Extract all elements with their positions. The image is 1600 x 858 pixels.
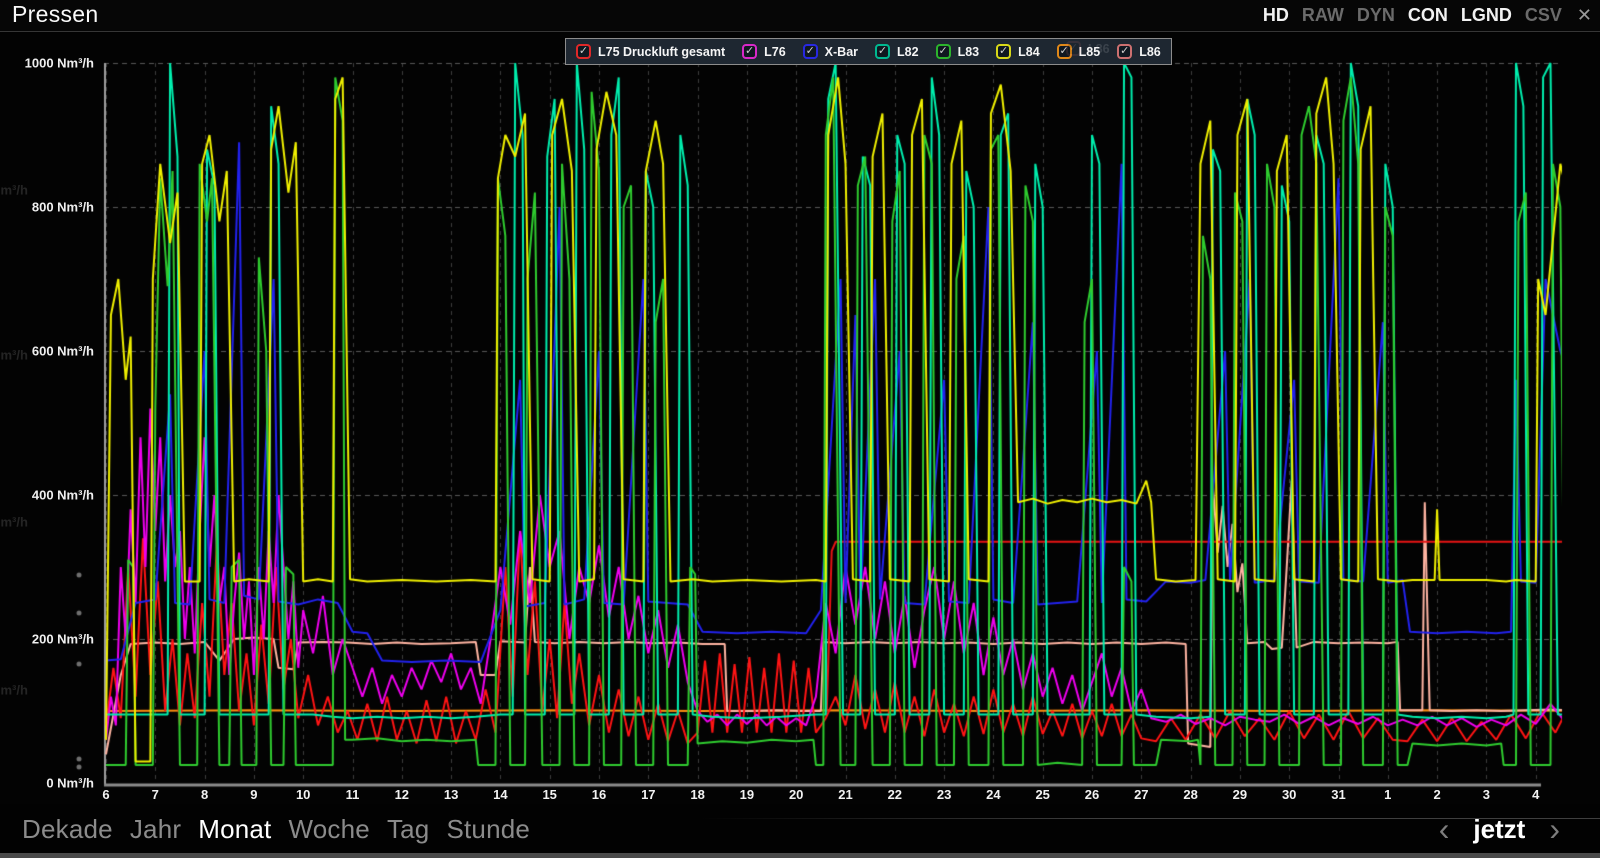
legend-checkbox-icon[interactable]: ✓ <box>576 44 591 59</box>
y-tick-label: 200 Nm³/h <box>2 632 94 647</box>
legend-label: L82 <box>897 45 919 59</box>
x-tick-label: 14 <box>493 787 507 802</box>
range-button-dekade[interactable]: Dekade <box>22 814 113 845</box>
time-nav: ‹ jetzt › <box>1439 804 1560 854</box>
legend-label: L86 <box>1139 45 1161 59</box>
x-tick-label: 2 <box>1433 787 1440 802</box>
y-tick-ghost-label: 00 Nm³/h <box>0 183 28 198</box>
x-tick-label: 8 <box>201 787 208 802</box>
chevron-right-icon[interactable]: › <box>1549 813 1560 845</box>
legend-label: L76 <box>764 45 786 59</box>
x-tick-label: 23 <box>937 787 951 802</box>
x-tick-label: 7 <box>152 787 159 802</box>
chevron-left-icon[interactable]: ‹ <box>1439 813 1450 845</box>
x-tick-label: 22 <box>888 787 902 802</box>
legend-item-l82[interactable]: ✓ L82 <box>875 44 919 59</box>
x-tick-label: 30 <box>1282 787 1296 802</box>
x-tick-label: 1 <box>1384 787 1391 802</box>
x-tick-label: 27 <box>1134 787 1148 802</box>
x-tick-label: 3 <box>1483 787 1490 802</box>
x-tick-label: 25 <box>1035 787 1049 802</box>
range-button-monat[interactable]: Monat <box>198 814 271 845</box>
x-tick-label: 21 <box>838 787 852 802</box>
y-tick-label: 400 Nm³/h <box>2 488 94 503</box>
legend-item-l75-druckluft-gesamt[interactable]: ✓ L75 Druckluft gesamt <box>576 44 725 59</box>
x-tick-label: 11 <box>346 787 360 802</box>
legend-label: X-Bar <box>825 45 858 59</box>
legend-checkbox-icon[interactable]: ✓ <box>996 44 1011 59</box>
pressen-panel: Pressen HDRAWDYNCONLGNDCSV✕ 1000 Nm³/h80… <box>0 0 1600 858</box>
legend-checkbox-icon[interactable]: ✓ <box>936 44 951 59</box>
legend-checkbox-icon[interactable]: ✓ <box>803 44 818 59</box>
x-tick-label: 24 <box>986 787 1000 802</box>
legend-label: L83 <box>958 45 980 59</box>
x-tick-label: 4 <box>1532 787 1539 802</box>
x-tick-label: 9 <box>250 787 257 802</box>
range-button-jahr[interactable]: Jahr <box>130 814 181 845</box>
legend-item-l86[interactable]: ✓ L86 <box>1117 44 1161 59</box>
legend-item-l76[interactable]: ✓ L76 <box>742 44 786 59</box>
x-tick-label: 28 <box>1183 787 1197 802</box>
legend-item-x-bar[interactable]: ✓ X-Bar <box>803 44 858 59</box>
y-tick-label: 1000 Nm³/h <box>2 56 94 71</box>
bottom-edge-bar <box>0 853 1600 858</box>
jetzt-button[interactable]: jetzt <box>1473 814 1525 845</box>
x-tick-label: 13 <box>444 787 458 802</box>
y-tick-ghost-label: 00 Nm³/h <box>0 515 28 530</box>
chart-area: 1000 Nm³/h800 Nm³/h600 Nm³/h400 Nm³/h200… <box>0 32 1600 804</box>
legend-ghost-checkbox-icon: ✓ <box>1066 41 1081 56</box>
x-tick-label: 16 <box>592 787 606 802</box>
footer-bar: Dekade Jahr Monat Woche Tag Stunde ‹ jetzt › <box>0 804 1600 854</box>
y-tick-label: 800 Nm³/h <box>2 200 94 215</box>
legend-ghost-label: L86 <box>1088 42 1110 56</box>
x-tick-label: 19 <box>740 787 754 802</box>
x-tick-label: 18 <box>690 787 704 802</box>
time-range-selector: Dekade Jahr Monat Woche Tag Stunde <box>22 804 530 854</box>
legend-label: L75 Druckluft gesamt <box>598 45 725 59</box>
x-tick-label: 6 <box>102 787 109 802</box>
x-tick-label: 15 <box>542 787 556 802</box>
x-tick-label: 26 <box>1085 787 1099 802</box>
x-tick-label: 10 <box>296 787 310 802</box>
range-button-stunde[interactable]: Stunde <box>446 814 530 845</box>
y-tick-ghost-label: 00 Nm³/h <box>0 348 28 363</box>
x-tick-label: 20 <box>789 787 803 802</box>
legend-item-l84[interactable]: ✓ L84 <box>996 44 1040 59</box>
x-tick-label: 29 <box>1233 787 1247 802</box>
range-button-woche[interactable]: Woche <box>288 814 369 845</box>
legend-checkbox-icon[interactable]: ✓ <box>1117 44 1132 59</box>
legend-item-l83[interactable]: ✓ L83 <box>936 44 980 59</box>
legend-checkbox-icon[interactable]: ✓ <box>875 44 890 59</box>
x-tick-label: 17 <box>641 787 655 802</box>
chart-canvas[interactable] <box>0 0 1600 858</box>
y-tick-ghost-label: 00 Nm³/h <box>0 683 28 698</box>
x-tick-label: 12 <box>395 787 409 802</box>
legend-checkbox-icon[interactable]: ✓ <box>742 44 757 59</box>
x-tick-label: 31 <box>1331 787 1345 802</box>
legend-label: L84 <box>1018 45 1040 59</box>
y-tick-label: 0 Nm³/h <box>2 776 94 791</box>
range-button-tag[interactable]: Tag <box>387 814 430 845</box>
legend-ghost-item: ✓ L86 <box>1066 41 1110 56</box>
